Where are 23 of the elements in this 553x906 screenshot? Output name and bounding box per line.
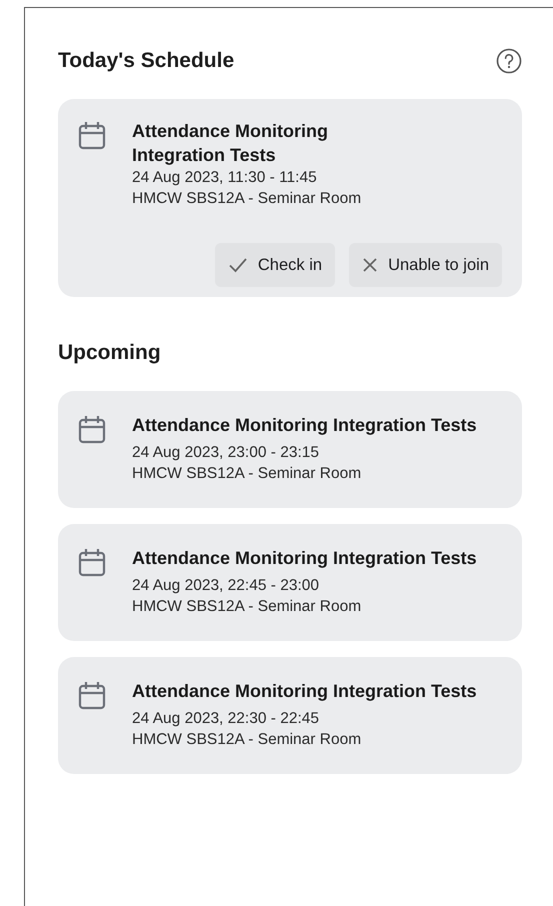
event-location: HMCW SBS12A - Seminar Room [132,189,362,209]
calendar-icon [78,681,106,711]
event-title: Attendance Monitoring Integration Tests [132,547,477,570]
calendar-icon [78,415,106,445]
event-location: HMCW SBS12A - Seminar Room [132,597,362,617]
event-title: Attendance Monitoring Integration Tests [132,680,477,703]
decline-button[interactable]: Unable to join [349,243,502,287]
event-location: HMCW SBS12A - Seminar Room [132,730,362,750]
calendar-icon [78,548,106,578]
event-title: Attendance Monitoring Integration Tests [132,120,329,167]
event-location: HMCW SBS12A - Seminar Room [132,464,362,484]
event-time: 24 Aug 2023, 22:30 - 22:45 [132,709,320,729]
section-title: Today's Schedule [58,49,234,73]
event-title: Attendance Monitoring Integration Tests [132,414,477,437]
help-icon[interactable] [496,48,522,74]
check-icon [228,257,248,273]
event-time: 24 Aug 2023, 11:30 - 11:45 [132,168,318,188]
section-title: Upcoming [58,341,162,365]
event-time: 24 Aug 2023, 23:00 - 23:15 [132,443,320,463]
close-icon [362,257,378,273]
calendar-icon [78,121,106,151]
event-time: 24 Aug 2023, 22:45 - 23:00 [132,576,320,596]
check-in-button[interactable]: Check in [214,243,336,287]
